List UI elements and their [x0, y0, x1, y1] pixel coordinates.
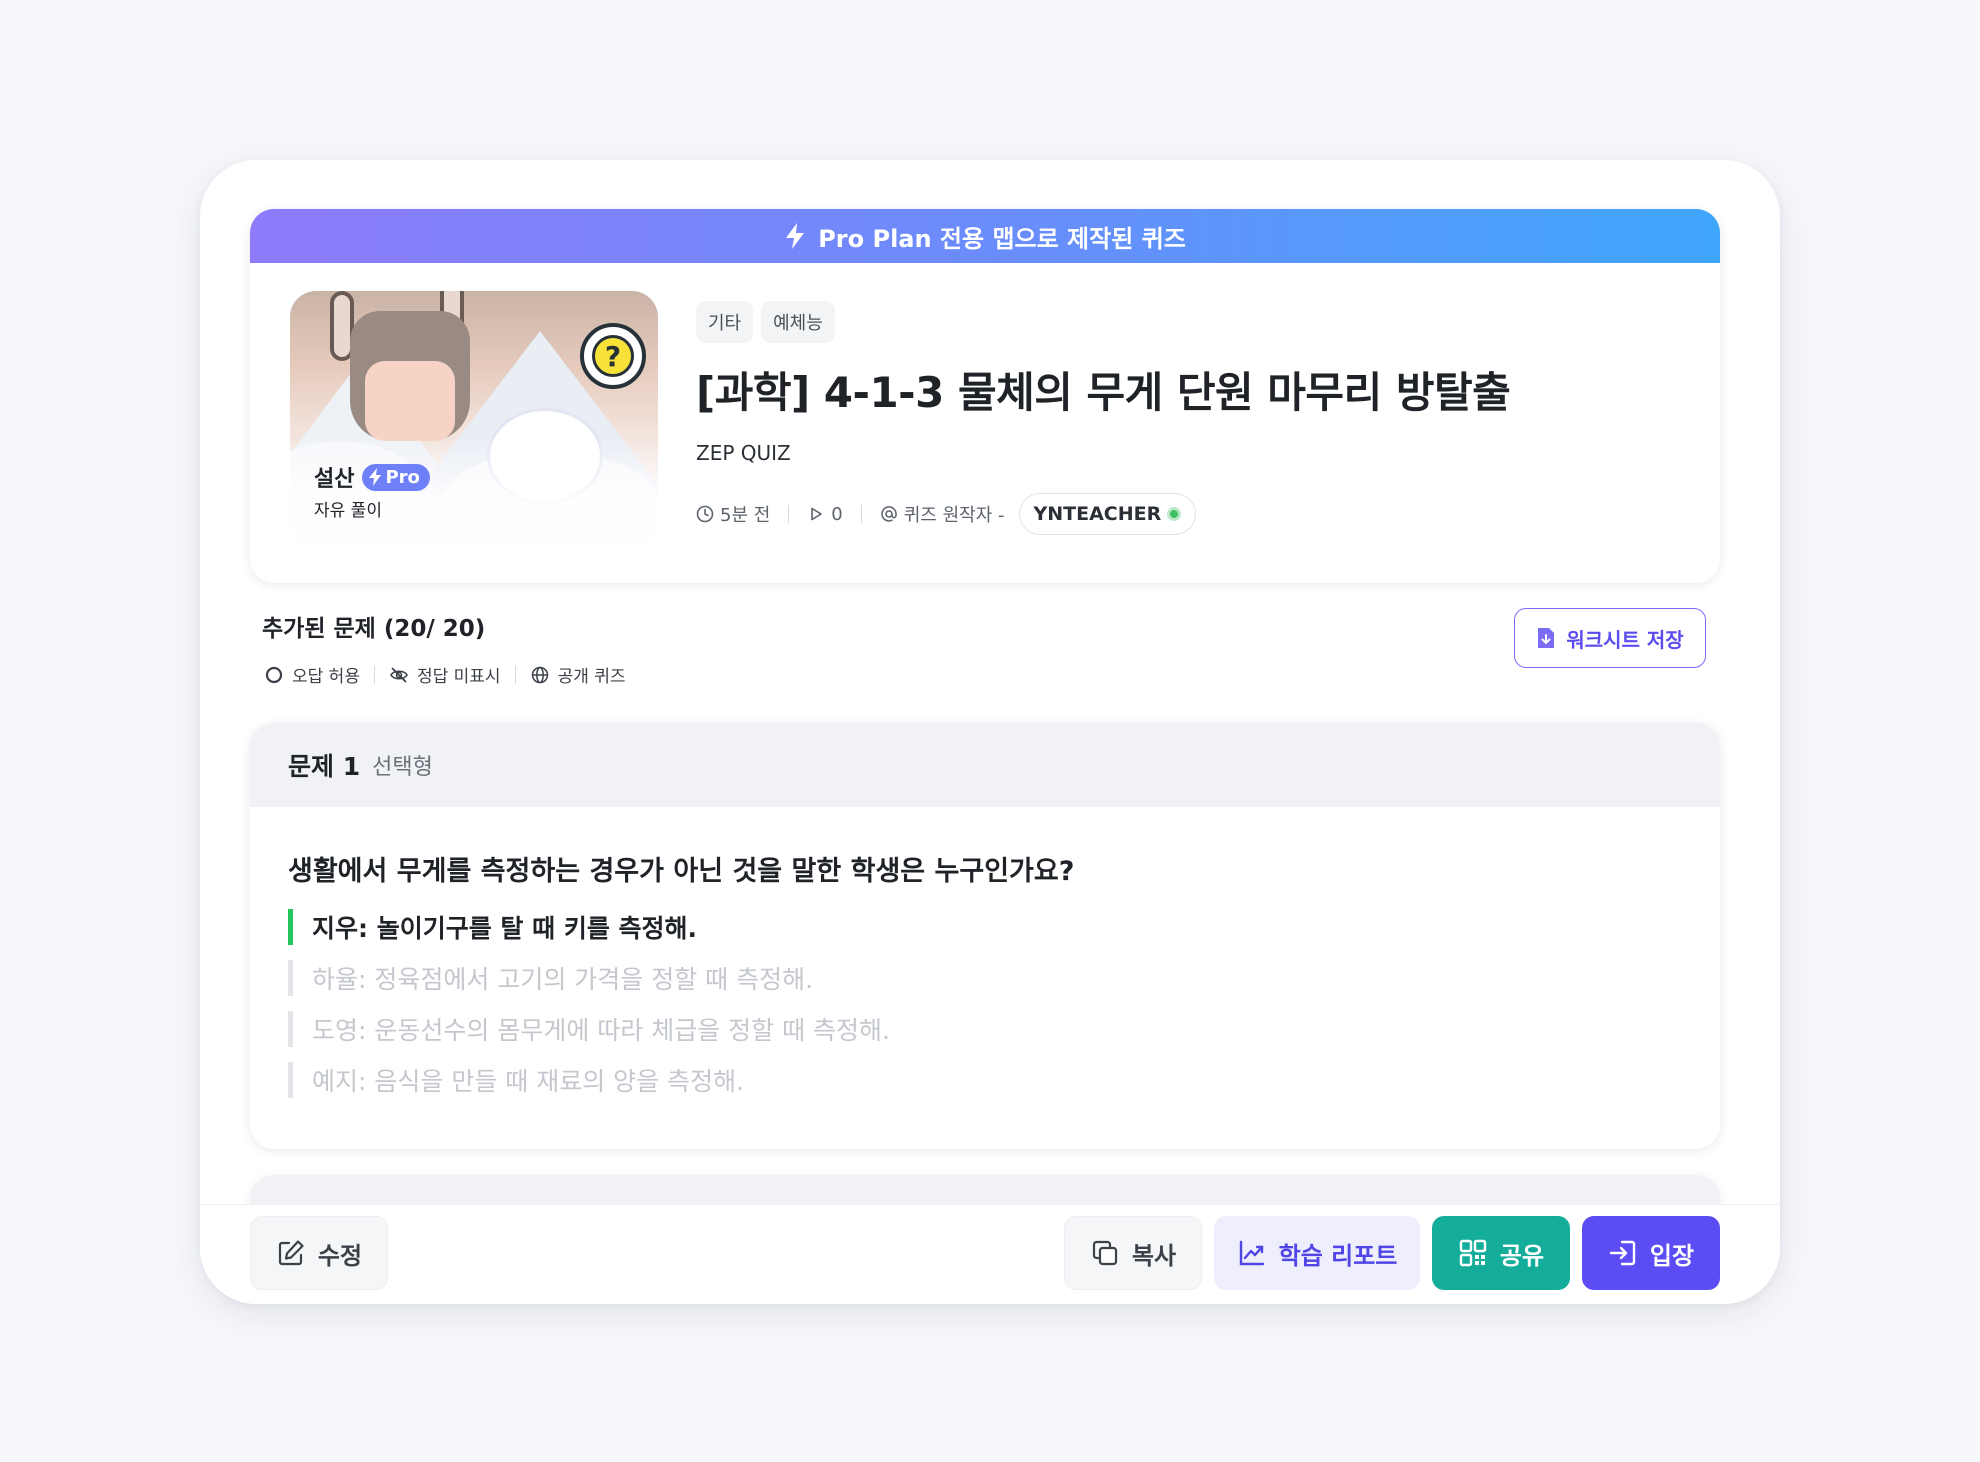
- choice-text: 예지: 음식을 만들 때 재료의 양을 측정해.: [312, 1067, 745, 1096]
- enter-button[interactable]: 입장: [1582, 1216, 1720, 1290]
- public-quiz-option: 공개 퀴즈: [530, 662, 626, 687]
- option-label: 공개 퀴즈: [557, 667, 626, 687]
- edit-icon: [278, 1240, 304, 1266]
- option-label: 정답 미표시: [416, 667, 501, 687]
- answer-choice-correct: 지우: 놀이기구를 탈 때 키를 측정해.: [288, 909, 890, 945]
- question-number: 문제 1: [288, 752, 361, 781]
- hide-answer-option: 정답 미표시: [389, 662, 501, 687]
- clock-icon: [696, 505, 714, 523]
- answer-choice: 하율: 정육점에서 고기의 가격을 정할 때 측정해.: [288, 960, 890, 996]
- creator-chip[interactable]: YNTEACHER: [1018, 493, 1197, 535]
- map-name: 설산 Pro: [314, 461, 430, 493]
- save-worksheet-button[interactable]: 워크시트 저장: [1514, 608, 1706, 668]
- trend-chart-icon: [1239, 1240, 1264, 1266]
- verified-badge-icon: [1167, 507, 1182, 521]
- action-bar: 수정 복사 학습 리포트 공유 입장: [200, 1204, 1780, 1304]
- question-bubble-icon: ?: [580, 323, 646, 389]
- pro-badge: Pro: [362, 463, 430, 491]
- quiz-info-card: Pro Plan 전용 맵으로 제작된 퀴즈 ? 설산 Pro 자유 풀이 기타…: [250, 209, 1720, 583]
- lightning-icon: [369, 468, 382, 486]
- question-header: 문제 1 선택형: [250, 723, 1720, 807]
- qr-code-icon: [1459, 1239, 1487, 1267]
- enter-door-icon: [1609, 1240, 1636, 1266]
- pro-plan-banner: Pro Plan 전용 맵으로 제작된 퀴즈: [250, 209, 1720, 263]
- answer-choice: 예지: 음식을 만들 때 재료의 양을 측정해.: [288, 1062, 890, 1098]
- copy-icon: [1092, 1240, 1118, 1266]
- play-icon: [811, 507, 823, 521]
- question-text: 생활에서 무게를 측정하는 경우가 아닌 것을 말한 학생은 누구인가요?: [288, 856, 1075, 887]
- edit-button[interactable]: 수정: [250, 1216, 388, 1290]
- question-card: 문제 1 선택형 생활에서 무게를 측정하는 경우가 아닌 것을 말한 학생은 …: [250, 723, 1720, 1149]
- pro-plan-banner-text: Pro Plan 전용 맵으로 제작된 퀴즈: [818, 224, 1186, 253]
- edit-label: 수정: [317, 1241, 363, 1270]
- file-download-icon: [1538, 628, 1555, 648]
- updated-time: 5분 전: [696, 501, 770, 527]
- category-tag: 기타: [696, 301, 754, 343]
- answer-choice: 도영: 운동선수의 몸무게에 따라 체급을 정할 때 측정해.: [288, 1011, 890, 1047]
- at-icon: [881, 506, 897, 522]
- circle-icon: [265, 666, 283, 683]
- quiz-meta: 5분 전 0 퀴즈 원작자 - YNTEACHER: [696, 493, 1197, 535]
- lightning-icon: [786, 223, 805, 249]
- save-worksheet-label: 워크시트 저장: [1566, 627, 1684, 652]
- allow-wrong-option: 오답 허용: [264, 662, 360, 687]
- share-button[interactable]: 공유: [1432, 1216, 1570, 1290]
- globe-icon: [531, 666, 548, 683]
- updated-time-text: 5분 전: [720, 505, 771, 526]
- eye-off-icon: [390, 666, 408, 683]
- question-type: 선택형: [372, 755, 433, 780]
- map-thumbnail: ? 설산 Pro 자유 풀이: [290, 291, 658, 547]
- answer-choices: 지우: 놀이기구를 탈 때 키를 측정해. 하율: 정육점에서 고기의 가격을 …: [288, 909, 890, 1113]
- play-count: 0: [807, 503, 843, 525]
- learning-report-button[interactable]: 학습 리포트: [1214, 1216, 1420, 1290]
- quiz-detail-modal: Pro Plan 전용 맵으로 제작된 퀴즈 ? 설산 Pro 자유 풀이 기타…: [200, 160, 1780, 1304]
- original-author-label: 퀴즈 원작자 -: [903, 505, 1005, 526]
- choice-text: 도영: 운동선수의 몸무게에 따라 체급을 정할 때 측정해.: [312, 1016, 890, 1045]
- quiz-options: 오답 허용 정답 미표시 공개 퀴즈: [264, 662, 626, 687]
- pro-badge-text: Pro: [385, 466, 420, 488]
- category-tag: 예체능: [761, 301, 835, 343]
- added-questions-title: 추가된 문제 (20/ 20): [262, 616, 486, 642]
- map-name-text: 설산: [314, 467, 355, 492]
- learning-report-label: 학습 리포트: [1278, 1241, 1398, 1270]
- original-author: 퀴즈 원작자 -: [880, 501, 1005, 527]
- copy-label: 복사: [1131, 1241, 1177, 1270]
- enter-label: 입장: [1649, 1241, 1695, 1270]
- category-tags: 기타 예체능: [696, 301, 835, 343]
- share-label: 공유: [1499, 1241, 1545, 1270]
- play-count-text: 0: [831, 503, 843, 525]
- creator-name: YNTEACHER: [1033, 503, 1162, 525]
- choice-text: 하율: 정육점에서 고기의 가격을 정할 때 측정해.: [312, 965, 814, 994]
- copy-button[interactable]: 복사: [1064, 1216, 1202, 1290]
- play-mode: 자유 풀이: [314, 501, 382, 521]
- option-label: 오답 허용: [292, 667, 360, 687]
- choice-text: 지우: 놀이기구를 탈 때 키를 측정해.: [312, 914, 698, 943]
- quiz-title: [과학] 4-1-3 물체의 무게 단원 마무리 방탈출: [696, 368, 1511, 417]
- quiz-author: ZEP QUIZ: [696, 441, 791, 465]
